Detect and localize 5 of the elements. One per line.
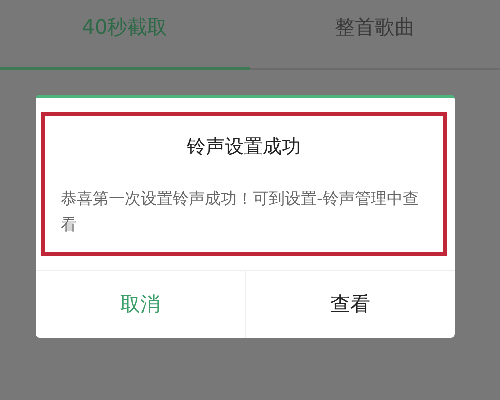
- dialog-button[interactable]: 查看: [245, 271, 455, 338]
- dialog-button[interactable]: 取消: [36, 271, 245, 338]
- dialog-title: 铃声设置成功: [186, 135, 302, 160]
- tab[interactable]: 整首歌曲: [250, 0, 500, 70]
- dialog-message: 恭喜第一次设置铃声成功！可到设置-铃声管理中查看: [61, 188, 420, 236]
